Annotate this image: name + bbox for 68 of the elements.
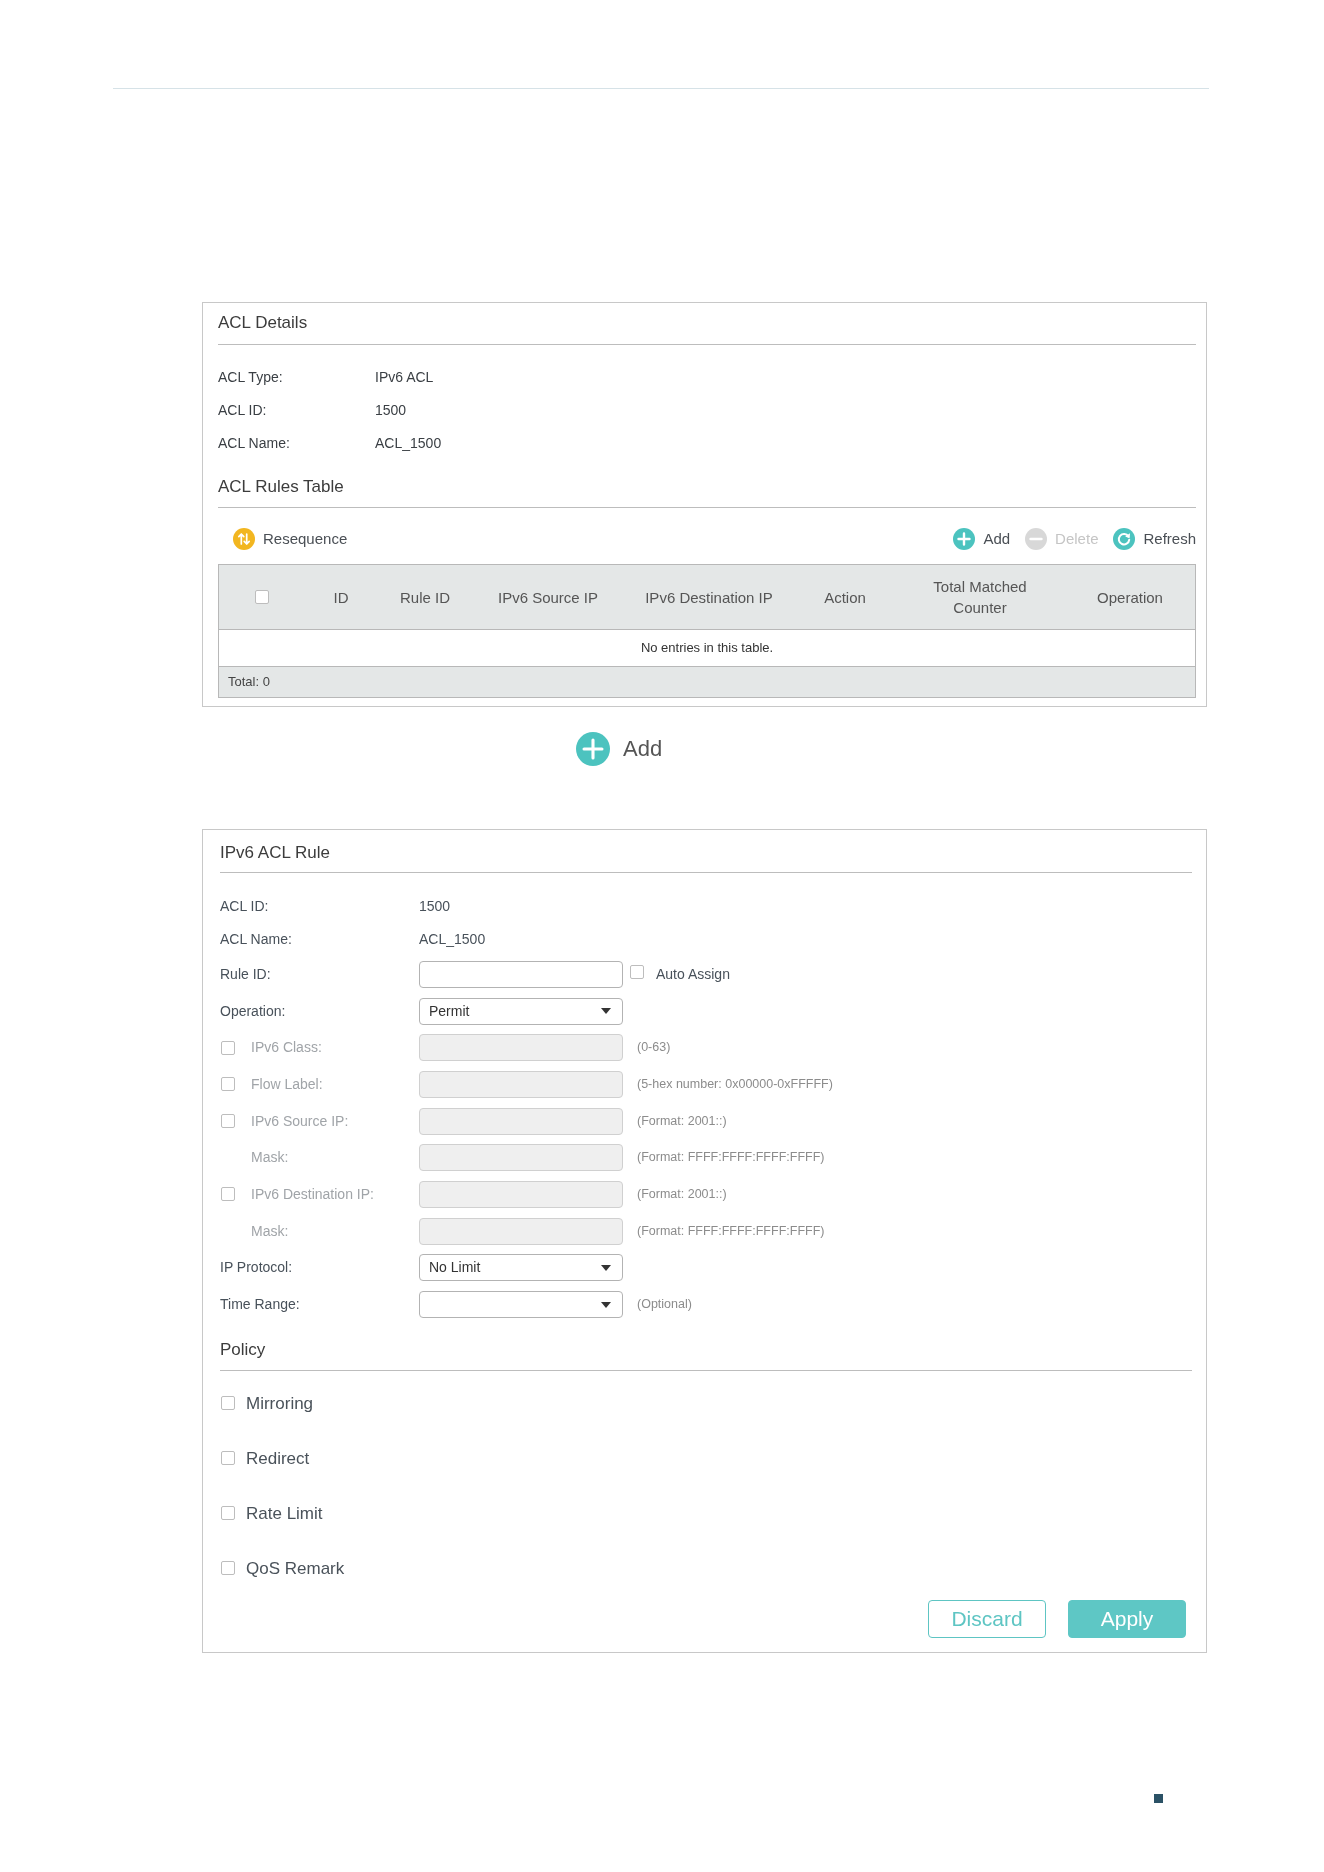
hint-text: (Format: FFFF:FFFF:FFFF:FFFF) — [637, 1149, 825, 1167]
hint-text: (Format: 2001::) — [637, 1112, 727, 1130]
field-value: 1500 — [375, 401, 407, 420]
column-header: ID — [333, 587, 349, 608]
add-button[interactable]: Add — [576, 732, 663, 766]
caret-icon — [601, 1264, 611, 1271]
dropdown-field[interactable] — [419, 1291, 623, 1319]
field-label: Time Range: — [220, 1295, 300, 1315]
field-label: IPv6 Destination IP: — [251, 1184, 374, 1204]
checkbox-label: Mirroring — [246, 1392, 314, 1415]
field-value: 1500 — [419, 897, 451, 916]
field-label: Flow Label: — [251, 1074, 323, 1094]
field-label: IPv6 Source IP: — [251, 1111, 349, 1131]
hint-text: (5-hex number: 0x00000-0xFFFFF) — [637, 1076, 833, 1094]
field-label: ACL Name: — [220, 930, 292, 949]
field-value: ACL_1500 — [375, 434, 442, 453]
field-label: ACL Type: — [218, 369, 283, 385]
field-label: ACL ID: — [220, 897, 269, 916]
section-title: IPv6 ACL Rule — [220, 843, 330, 862]
dropdown-field[interactable]: No Limit — [419, 1254, 623, 1282]
field-value: ACL_1500 — [419, 930, 486, 949]
column-header: IPv6 Source IP — [497, 587, 599, 608]
up-down-arrows-icon — [233, 528, 255, 550]
empty-table-message: No entries in this table. — [640, 639, 774, 658]
checkbox-label: Auto Assign — [656, 964, 730, 984]
field-label: Mask: — [251, 1148, 289, 1168]
column-header: IPv6 Destination IP — [645, 587, 773, 608]
checkbox-label: QoS Remark — [246, 1557, 345, 1580]
add-button[interactable]: Add — [953, 528, 1011, 550]
text-field[interactable] — [419, 960, 623, 988]
field-label: IPv6 Class: — [251, 1038, 322, 1058]
field-label: Rule ID: — [220, 964, 271, 984]
section-title: Policy — [220, 1339, 266, 1359]
plus-icon — [576, 732, 610, 766]
hint-text: (Optional) — [637, 1296, 692, 1314]
refresh-icon — [1113, 528, 1136, 550]
section-title: ACL Rules Table — [218, 477, 344, 496]
field-label: Operation: — [220, 1001, 286, 1021]
checkbox[interactable] — [221, 1561, 235, 1576]
column-header: Operation — [1097, 587, 1163, 608]
column-header: Action — [824, 587, 866, 608]
dropdown-field[interactable]: Permit — [419, 997, 623, 1025]
hint-text: (Format: FFFF:FFFF:FFFF:FFFF) — [637, 1222, 825, 1240]
column-header: Total Matched Counter — [932, 577, 1028, 618]
checkbox[interactable] — [221, 1506, 235, 1521]
caret-icon — [601, 1008, 611, 1015]
page-marker-icon — [1154, 1793, 1163, 1803]
total-count: Total: 0 — [228, 673, 270, 692]
column-header: Rule ID — [400, 587, 450, 608]
hint-text: (0-63) — [637, 1039, 671, 1057]
checkbox-label: Rate Limit — [246, 1502, 323, 1525]
field-label: IP Protocol: — [220, 1258, 293, 1278]
checkbox-label: Redirect — [246, 1447, 310, 1470]
refresh-button[interactable]: Refresh — [1113, 528, 1196, 550]
resequence-button[interactable]: Resequence — [233, 528, 348, 550]
hint-text: (Format: 2001::) — [637, 1186, 727, 1204]
caret-icon — [601, 1301, 611, 1308]
field-value: IPv6 ACL — [375, 368, 434, 387]
checkbox[interactable] — [630, 965, 644, 980]
checkbox[interactable] — [255, 590, 269, 604]
checkbox[interactable] — [221, 1396, 235, 1411]
section-title: ACL Details — [218, 313, 308, 332]
field-label: ACL ID: — [218, 402, 267, 418]
field-label: Mask: — [251, 1221, 289, 1241]
minus-icon — [1025, 528, 1048, 550]
plus-icon — [953, 528, 976, 550]
checkbox[interactable] — [221, 1451, 235, 1466]
field-label: ACL Name: — [218, 435, 290, 451]
